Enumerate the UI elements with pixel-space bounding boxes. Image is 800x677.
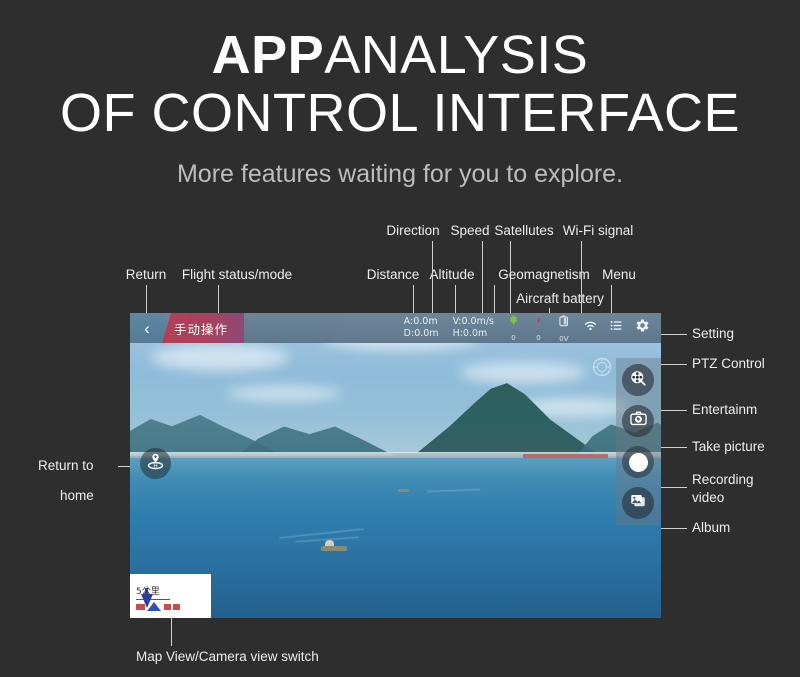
annotation-wifi-signal: Wi-Fi signal — [562, 223, 634, 238]
record-icon — [628, 452, 648, 472]
satellite-count: 0 — [511, 333, 516, 342]
boat-cabin — [325, 539, 335, 546]
wifi-signal-button[interactable] — [577, 313, 603, 343]
annotation-map-view-switch: Map View/Camera view switch — [136, 649, 319, 664]
camera-icon — [629, 409, 648, 433]
leader-line-direction — [432, 241, 433, 322]
annotation-satellites: Satellutes — [494, 223, 554, 238]
annotation-return-to-home-line2: home — [60, 488, 94, 503]
page-subtitle: More features waiting for you to explore… — [176, 160, 624, 188]
ptz-control-icon — [590, 355, 614, 384]
annotation-entertainment: Entertainm — [692, 402, 758, 417]
take-picture-button[interactable] — [622, 405, 654, 437]
album-button[interactable] — [622, 487, 654, 519]
leader-line-ptz-control — [661, 364, 687, 365]
annotation-aircraft-battery: Aircraft battery — [516, 291, 604, 306]
chevron-left-icon: ‹ — [144, 318, 150, 338]
cloud — [459, 361, 587, 384]
annotation-direction: Direction — [386, 223, 440, 238]
settings-button[interactable] — [629, 313, 655, 343]
menu-button[interactable] — [603, 313, 629, 343]
altitude-value: A:0.0m — [403, 316, 438, 327]
leader-line-return — [146, 285, 147, 313]
vertical-speed-value: V:0.0m/s — [452, 316, 494, 327]
annotation-album: Album — [692, 520, 731, 535]
app-screen: ‹ 手动操作 A:0.0m D:0.0m V:0.0m/s H:0.0m 0 0… — [130, 313, 661, 618]
annotation-return: Return — [125, 267, 167, 282]
title-line-2: OF CONTROL INTERFACE — [59, 83, 741, 143]
leader-line-speed — [482, 241, 483, 322]
annotation-flight-status-mode: Flight status/mode — [181, 267, 293, 282]
annotation-setting: Setting — [692, 326, 735, 341]
album-icon — [629, 492, 647, 515]
map-block — [136, 604, 145, 610]
annotation-speed: Speed — [450, 223, 490, 238]
annotation-menu: Menu — [602, 267, 636, 282]
telemetry-altitude-distance: A:0.0m D:0.0m — [397, 315, 446, 341]
title-analysis-word: ANALYSIS — [324, 25, 589, 85]
app-status-bar: ‹ 手动操作 A:0.0m D:0.0m V:0.0m/s H:0.0m 0 0… — [130, 313, 661, 343]
map-block — [164, 604, 171, 610]
ptz-control-button[interactable] — [589, 356, 615, 382]
return-to-home-button[interactable]: H — [140, 448, 171, 479]
leader-line-setting — [661, 334, 687, 335]
map-view-switch[interactable]: 5公里 — [130, 574, 211, 618]
annotation-return-to-home-line1: Return to — [38, 458, 94, 473]
back-button[interactable]: ‹ — [130, 313, 164, 343]
map-block — [173, 604, 180, 610]
battery-status: 0V — [551, 314, 577, 343]
geomagnetism-value: 0 — [536, 333, 541, 342]
boat-far — [398, 489, 410, 493]
annotation-recording-video: Recording video — [692, 472, 754, 505]
leader-line-map-view-switch — [171, 618, 172, 646]
annotation-altitude: Altitude — [429, 267, 475, 282]
geomagnetism-status: 0 — [526, 314, 551, 342]
annotation-geomagnetism: Geomagnetism — [498, 267, 590, 282]
svg-text:H: H — [153, 463, 157, 469]
leader-line-flight-status-mode — [218, 285, 219, 313]
telemetry-group: A:0.0m D:0.0m V:0.0m/s H:0.0m 0 0 0V — [397, 313, 577, 343]
gear-icon — [634, 317, 651, 339]
telemetry-speed: V:0.0m/s H:0.0m — [446, 315, 501, 341]
annotation-distance: Distance — [366, 267, 420, 282]
page-title: APPANALYSIS OF CONTROL INTERFACE — [0, 26, 800, 142]
flight-mode-label: 手动操作 — [174, 321, 229, 337]
return-to-home-icon: H — [145, 451, 166, 477]
battery-icon — [557, 314, 571, 333]
leader-line-wifi-signal — [581, 241, 582, 322]
satellite-status: 0 — [501, 314, 526, 342]
annotation-ptz-control: PTZ Control — [692, 356, 765, 371]
title-app-word: APP — [211, 25, 325, 85]
leader-line-album — [661, 528, 687, 529]
flight-mode-banner[interactable]: 手动操作 — [162, 313, 245, 343]
distance-value: D:0.0m — [403, 328, 439, 339]
battery-voltage: 0V — [559, 333, 569, 343]
record-video-button[interactable] — [622, 446, 654, 478]
entertainment-button[interactable] — [622, 364, 654, 396]
film-reel-icon — [629, 369, 647, 392]
compass-icon — [532, 314, 545, 332]
page-root: APPANALYSIS OF CONTROL INTERFACE More fe… — [0, 0, 800, 677]
horizontal-speed-value: H:0.0m — [452, 328, 488, 339]
cloud — [151, 343, 290, 371]
boat-main — [321, 546, 348, 552]
menu-icon — [608, 317, 625, 339]
satellite-icon — [507, 314, 520, 332]
annotation-take-picture: Take picture — [692, 439, 765, 454]
title-line-1: APPANALYSIS — [0, 26, 800, 84]
right-control-dock — [616, 358, 661, 525]
wifi-icon — [582, 317, 599, 339]
